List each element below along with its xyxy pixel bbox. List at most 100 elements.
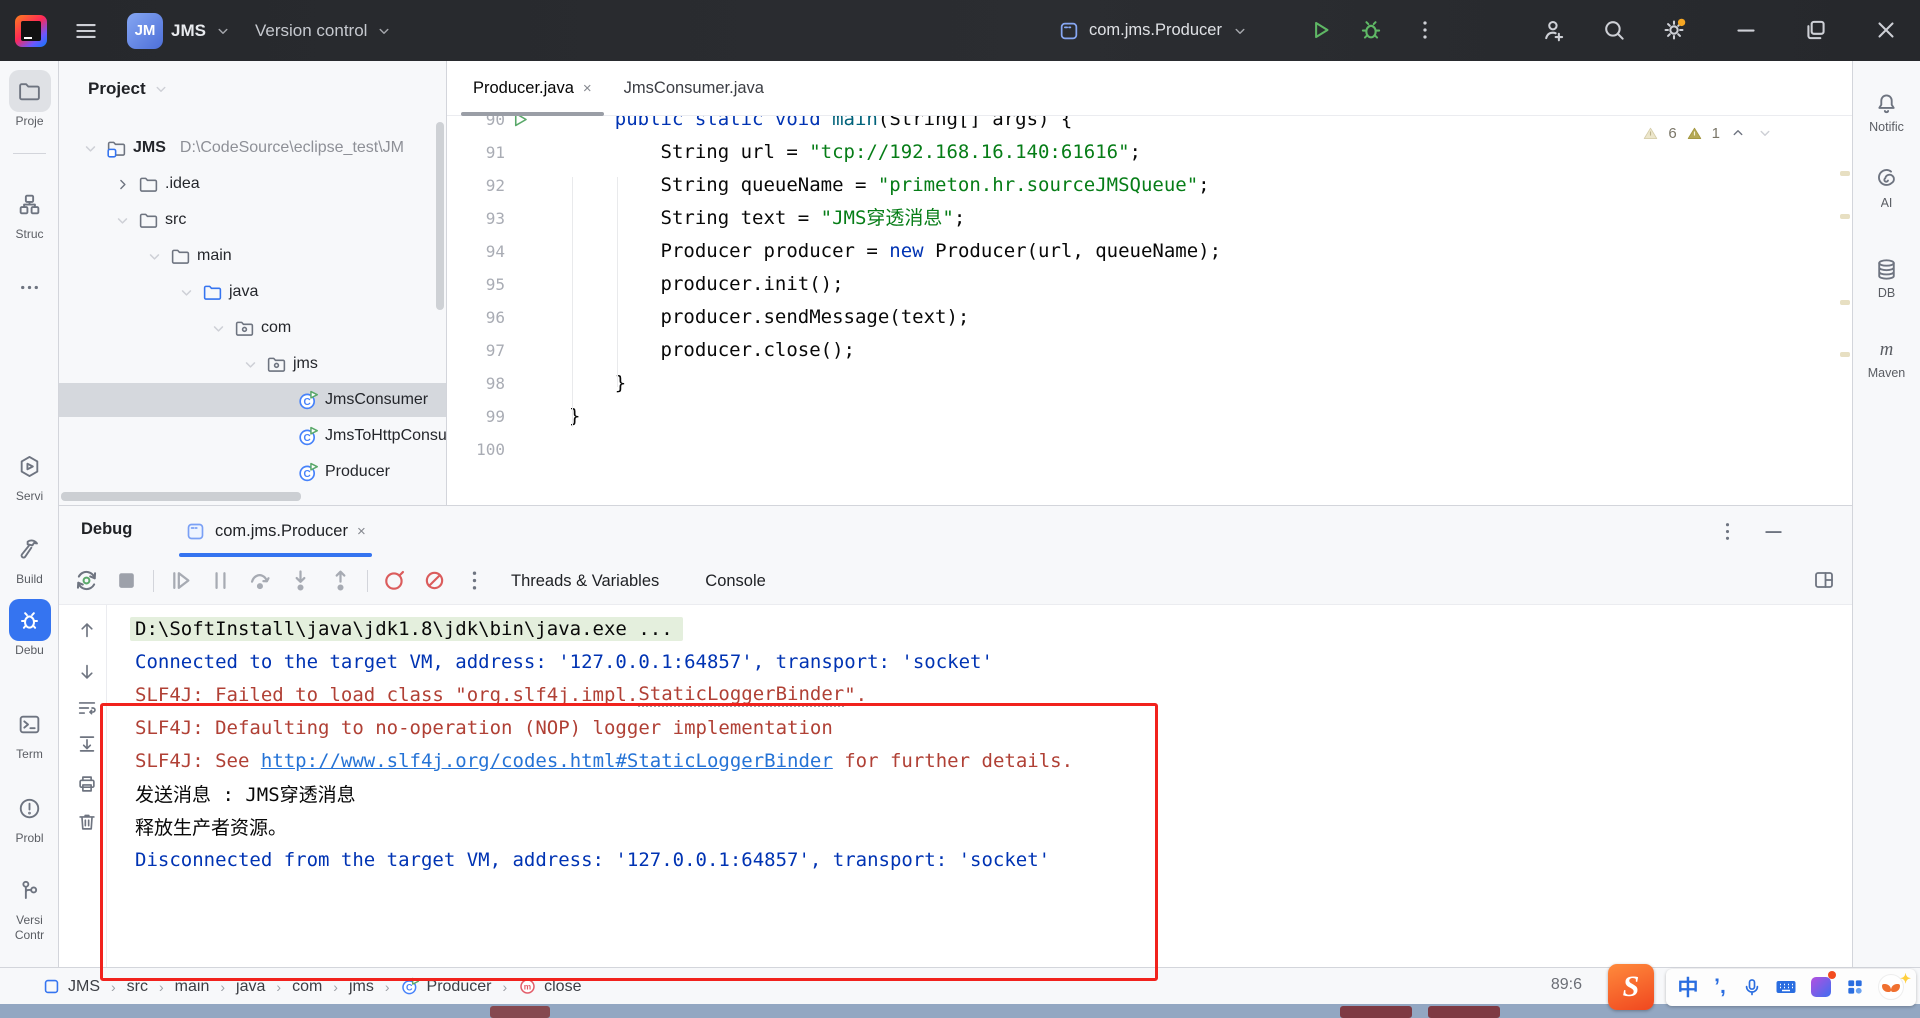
console-up-icon[interactable] [76,619,98,641]
resume-icon[interactable] [167,567,194,594]
tree-item-src[interactable]: src [59,202,447,238]
print-icon[interactable] [76,773,98,795]
editor-tab-producer.java[interactable]: Producer.java× [457,61,608,115]
tool-strip-item-debug[interactable]: Debu [0,599,59,658]
ime-microphone-icon[interactable] [1740,975,1764,999]
console-line: Disconnected from the target VM, address… [135,843,1073,876]
tool-strip-item-ai-assistant[interactable]: AI [1853,167,1920,210]
debug-view-tab-console[interactable]: Console [705,572,766,591]
ime-toolbox-icon[interactable] [1842,975,1868,999]
debug-button[interactable] [1358,17,1384,43]
tree-item-jmstohttpconsu[interactable]: CJmsToHttpConsu [59,418,447,454]
breadcrumb-separator: › [385,979,390,995]
code-with-me-icon[interactable] [1541,17,1567,43]
tree-item-java[interactable]: java [59,274,447,310]
view-breakpoints-icon[interactable] [381,567,408,594]
tool-strip-item-more[interactable] [0,266,59,308]
more-actions-icon[interactable] [1412,17,1438,43]
chevron-down-icon[interactable] [177,283,196,302]
mute-breakpoints-icon[interactable] [421,567,448,594]
tool-strip-item-structure[interactable]: Struc [0,183,59,242]
breadcrumb-item-src[interactable]: src [127,978,148,996]
clear-console-icon[interactable] [76,811,98,833]
search-everywhere-icon[interactable] [1601,17,1627,43]
window-close-button[interactable] [1873,17,1899,43]
debug-options-more-icon[interactable] [1715,519,1740,544]
project-path: D:\CodeSource\eclipse_test\JM [180,139,404,157]
run-button[interactable] [1308,17,1334,43]
tree-item-producer[interactable]: CProducer [59,454,447,490]
layout-settings-icon[interactable] [1812,568,1836,592]
tree-item-main[interactable]: main [59,238,447,274]
ime-keyboard-icon[interactable] [1772,975,1800,999]
breadcrumb-item-jms[interactable]: jms [349,978,374,996]
chevron-right-icon[interactable] [113,175,132,194]
window-minimize-button[interactable] [1733,17,1759,43]
step-into-icon[interactable] [287,567,314,594]
project-view-selector[interactable]: Project [88,79,170,99]
tool-strip-item-database[interactable]: DB [1853,257,1920,300]
scroll-to-end-icon[interactable] [76,733,98,755]
tree-item-jmsconsumer[interactable]: CJmsConsumer [59,382,447,418]
code-line-98: 98 } [447,367,1852,400]
console-hyperlink[interactable]: http://www.slf4j.org/codes.html#StaticLo… [261,750,833,772]
next-problem-icon[interactable] [1756,124,1774,142]
chevron-down-icon[interactable] [113,211,132,230]
project-tree-vertical-scrollbar[interactable] [436,122,444,310]
run-configuration-widget[interactable]: com.jms.Producer [1058,0,1249,61]
sogou-logo-icon[interactable]: S [1608,964,1654,1010]
project-widget[interactable]: JM JMS [127,0,232,61]
chevron-down-icon[interactable] [81,139,100,158]
step-out-icon[interactable] [327,567,354,594]
tree-item-jms[interactable]: JMSD:\CodeSource\eclipse_test\JM [59,130,447,166]
step-over-icon[interactable] [247,567,274,594]
console-down-icon[interactable] [76,661,98,683]
debug-hide-icon[interactable] [1761,519,1786,544]
tool-strip-item-version-control[interactable]: Versi Contr [0,869,59,943]
debug-console[interactable]: D:\SoftInstall\java\jdk1.8\jdk\bin\java.… [59,605,1852,968]
breadcrumb-item-jms[interactable]: JMS [42,977,100,996]
inspections-widget[interactable]: 6 1 [1642,124,1774,142]
chevron-down-icon[interactable] [145,247,164,266]
breadcrumb-item-producer[interactable]: CProducer [401,977,492,996]
tree-item-jms[interactable]: jms [59,346,447,382]
window-restore-button[interactable] [1803,17,1829,43]
session-tab-close-icon[interactable]: × [357,523,366,540]
breadcrumb-item-close[interactable]: mclose [518,977,581,996]
stop-icon[interactable] [113,567,140,594]
project-tree-horizontal-scrollbar[interactable] [61,492,301,501]
breadcrumb-separator: › [111,979,116,995]
tool-strip-item-build[interactable]: Build [0,528,59,587]
tab-close-icon[interactable]: × [583,80,592,97]
rerun-debug-icon[interactable] [73,567,100,594]
ime-skin-icon[interactable] [1808,975,1834,999]
tool-strip-item-notifications[interactable]: Notific [1853,91,1920,134]
chevron-down-icon[interactable] [209,319,228,338]
editor-tab-jmsconsumer.java[interactable]: JmsConsumer.java [608,61,780,115]
ime-punctuation-icon[interactable]: ’, [1708,975,1732,999]
caret-position[interactable]: 89:6 [1551,976,1582,994]
tool-strip-item-services[interactable]: Servi [0,445,59,504]
tree-item-.idea[interactable]: .idea [59,166,447,202]
pause-icon[interactable] [207,567,234,594]
ime-assistant-fox-icon[interactable]: ✦ [1876,975,1906,999]
prev-problem-icon[interactable] [1729,124,1747,142]
vcs-widget[interactable]: Version control [255,0,393,61]
breadcrumb-item-java[interactable]: java [236,978,265,996]
ime-chinese-mode-icon[interactable]: 中 [1674,975,1702,999]
tool-strip-item-terminal[interactable]: Term [0,703,59,762]
tool-strip-item-maven[interactable]: mMaven [1853,337,1920,380]
settings-gear-icon[interactable] [1661,17,1687,43]
main-menu-button[interactable] [73,0,99,61]
toolbar-more-icon[interactable] [461,567,488,594]
debug-session-tab[interactable]: com.jms.Producer × [169,506,382,557]
chevron-down-icon[interactable] [241,355,260,374]
tree-item-com[interactable]: com [59,310,447,346]
run-config-app-icon [1058,20,1080,42]
debug-view-tab-threads-variables[interactable]: Threads & Variables [511,572,659,591]
tool-strip-item-project[interactable]: Proje [0,70,59,129]
breadcrumb-item-main[interactable]: main [175,978,210,996]
tool-strip-item-problems[interactable]: Probl [0,787,59,846]
breadcrumb-item-com[interactable]: com [292,978,322,996]
soft-wrap-icon[interactable] [76,697,98,719]
